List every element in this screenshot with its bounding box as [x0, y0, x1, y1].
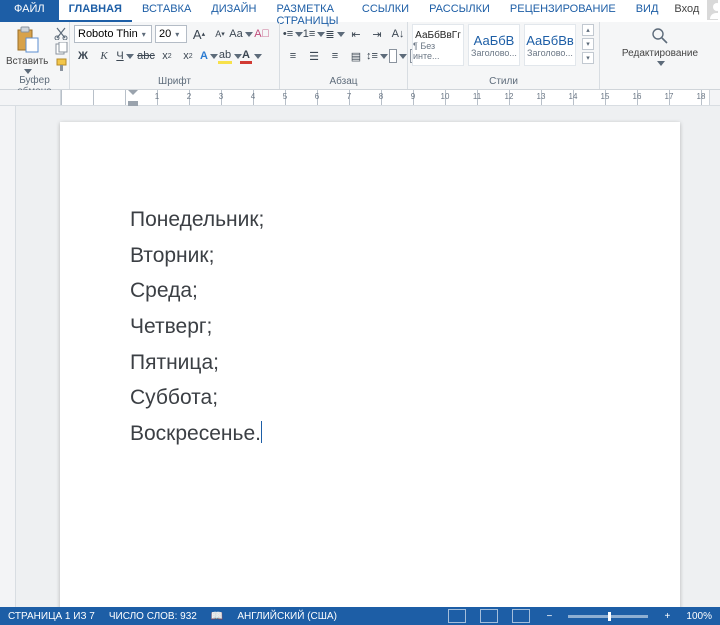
- italic-button[interactable]: К: [95, 47, 113, 65]
- sign-in-link[interactable]: Вход: [668, 0, 705, 22]
- tab-insert[interactable]: ВСТАВКА: [132, 0, 201, 22]
- view-read-icon[interactable]: [448, 609, 466, 623]
- doc-line: Вторник;: [130, 238, 640, 274]
- styles-scroll-up-icon[interactable]: ▴: [582, 24, 594, 36]
- group-paragraph-label: Абзац: [284, 75, 403, 89]
- text-cursor-icon: [261, 421, 262, 443]
- editing-caret-icon: [657, 61, 665, 66]
- style-heading2[interactable]: АаБбВв Заголово...: [524, 24, 576, 66]
- highlight-button[interactable]: ab: [221, 47, 239, 65]
- doc-line: Пятница;: [130, 345, 640, 381]
- bold-button[interactable]: Ж: [74, 47, 92, 65]
- subscript-button[interactable]: x2: [158, 47, 176, 65]
- text-effects-button[interactable]: A: [200, 47, 218, 65]
- group-styles-label: Стили: [412, 75, 595, 89]
- shrink-font-button[interactable]: A▾: [211, 25, 229, 43]
- document-body[interactable]: Понедельник; Вторник; Среда; Четверг; Пя…: [130, 202, 640, 452]
- font-color-button[interactable]: A: [242, 47, 260, 65]
- style-normal[interactable]: АаБбВвГг ¶ Без инте...: [412, 24, 464, 66]
- align-left-button[interactable]: ≡: [284, 47, 302, 65]
- group-styles: АаБбВвГг ¶ Без инте... АаБбВ Заголово...…: [408, 22, 600, 89]
- doc-line: Среда;: [130, 273, 640, 309]
- ruler-vertical[interactable]: [0, 106, 16, 607]
- group-clipboard: Вставить Буфер обмена: [0, 22, 70, 89]
- tab-home[interactable]: ГЛАВНАЯ: [59, 0, 132, 22]
- zoom-slider[interactable]: [568, 615, 648, 618]
- align-right-button[interactable]: ≡: [326, 47, 344, 65]
- underline-button[interactable]: Ч: [116, 47, 134, 65]
- sort-button[interactable]: A↓: [389, 25, 407, 43]
- clipboard-paste-icon: [14, 26, 40, 54]
- group-editing: Редактирование: [600, 22, 720, 89]
- cut-icon[interactable]: [54, 26, 70, 40]
- strikethrough-button[interactable]: abc: [137, 47, 155, 65]
- multilevel-button[interactable]: ≣: [326, 25, 344, 43]
- paste-button[interactable]: Вставить: [4, 24, 50, 74]
- styles-scroll-down-icon[interactable]: ▾: [582, 38, 594, 50]
- editing-label: Редактирование: [622, 48, 698, 59]
- doc-line: Воскресенье.: [130, 416, 640, 452]
- view-print-icon[interactable]: [480, 609, 498, 623]
- tab-page-layout[interactable]: РАЗМЕТКА СТРАНИЦЫ: [266, 0, 351, 22]
- justify-button[interactable]: ▤: [347, 47, 365, 65]
- user-avatar-icon[interactable]: [707, 0, 718, 20]
- zoom-level[interactable]: 100%: [686, 611, 712, 622]
- tab-review[interactable]: РЕЦЕНЗИРОВАНИЕ: [500, 0, 626, 22]
- group-paragraph: •≡ 1≡ ≣ ⇤ ⇥ A↓ ¶ ≡ ☰ ≡ ▤ ↕≡ Абзац: [280, 22, 408, 89]
- tab-file[interactable]: ФАЙЛ: [0, 0, 59, 22]
- font-size-select[interactable]: 20▾: [155, 25, 187, 43]
- align-center-button[interactable]: ☰: [305, 47, 323, 65]
- paste-label: Вставить: [6, 56, 48, 67]
- zoom-thumb-icon[interactable]: [608, 612, 611, 621]
- ribbon: Вставить Буфер обмена Roboto Thin▾ 20▾ A…: [0, 22, 720, 90]
- find-icon: [650, 26, 670, 46]
- status-language[interactable]: АНГЛИЙСКИЙ (США): [237, 611, 337, 622]
- bullets-button[interactable]: •≡: [284, 25, 302, 43]
- styles-more-icon[interactable]: ▾: [582, 52, 594, 64]
- zoom-in-button[interactable]: +: [662, 611, 672, 622]
- view-web-icon[interactable]: [512, 609, 530, 623]
- styles-scroll[interactable]: ▴ ▾ ▾: [582, 24, 594, 64]
- indent-marker-icon[interactable]: [128, 90, 138, 106]
- tab-view[interactable]: ВИД: [626, 0, 669, 22]
- superscript-button[interactable]: x2: [179, 47, 197, 65]
- font-name-select[interactable]: Roboto Thin▾: [74, 25, 152, 43]
- tab-design[interactable]: ДИЗАЙН: [201, 0, 266, 22]
- editing-button[interactable]: Редактирование: [620, 24, 700, 66]
- document-page[interactable]: Понедельник; Вторник; Среда; Четверг; Пя…: [60, 122, 680, 607]
- clear-formatting-button[interactable]: A⃠: [253, 25, 271, 43]
- increase-indent-button[interactable]: ⇥: [368, 25, 386, 43]
- doc-line: Понедельник;: [130, 202, 640, 238]
- tab-strip: ФАЙЛ ГЛАВНАЯ ВСТАВКА ДИЗАЙН РАЗМЕТКА СТР…: [0, 0, 720, 22]
- numbering-button[interactable]: 1≡: [305, 25, 323, 43]
- group-font-label: Шрифт: [74, 75, 275, 89]
- status-bar: СТРАНИЦА 1 ИЗ 7 ЧИСЛО СЛОВ: 932 📖 АНГЛИЙ…: [0, 607, 720, 625]
- format-painter-icon[interactable]: [54, 58, 70, 72]
- status-proofing-icon[interactable]: 📖: [211, 611, 223, 622]
- line-spacing-button[interactable]: ↕≡: [368, 47, 386, 65]
- tab-references[interactable]: ССЫЛКИ: [352, 0, 419, 22]
- change-case-button[interactable]: Aa: [232, 25, 250, 43]
- doc-line: Четверг;: [130, 309, 640, 345]
- status-page[interactable]: СТРАНИЦА 1 ИЗ 7: [8, 611, 95, 622]
- shading-button[interactable]: [389, 47, 407, 65]
- zoom-out-button[interactable]: −: [544, 611, 554, 622]
- tab-mailings[interactable]: РАССЫЛКИ: [419, 0, 500, 22]
- decrease-indent-button[interactable]: ⇤: [347, 25, 365, 43]
- grow-font-button[interactable]: A▴: [190, 25, 208, 43]
- copy-icon[interactable]: [54, 42, 70, 56]
- group-font: Roboto Thin▾ 20▾ A▴ A▾ Aa A⃠ Ж К Ч abc x…: [70, 22, 280, 89]
- style-heading1[interactable]: АаБбВ Заголово...: [468, 24, 520, 66]
- status-wordcount[interactable]: ЧИСЛО СЛОВ: 932: [109, 611, 197, 622]
- ruler-horizontal[interactable]: 123456789101112131415161718: [0, 90, 720, 106]
- workspace: Понедельник; Вторник; Среда; Четверг; Пя…: [0, 106, 720, 607]
- doc-line: Суббота;: [130, 380, 640, 416]
